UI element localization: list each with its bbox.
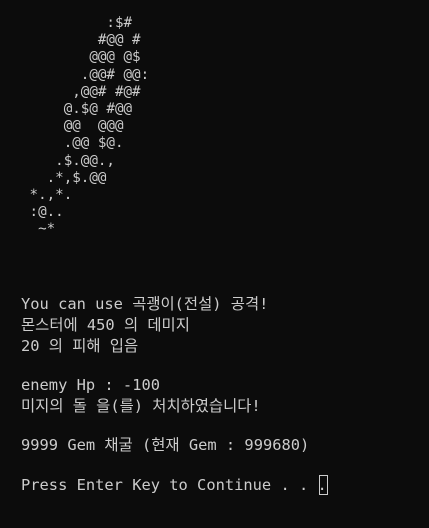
damage-dealt-message: 몬스터에 450 의 데미지 [21,316,190,334]
ascii-art-rock: :$# #@@ # @@@ @$ .@@# @@: ,@@# #@# @.$@ … [29,15,150,238]
damage-taken-message: 20 의 피해 입음 [21,337,139,355]
attack-message: You can use 곡괭이(전설) 공격! [21,295,269,313]
defeated-message: 미지의 돌 을(를) 처치하였습니다! [21,397,261,415]
gem-reward-message: 9999 Gem 채굴 (현재 Gem : 999680) [21,436,310,454]
console-window: :$# #@@ # @@@ @$ .@@# @@: ,@@# #@# @.$@ … [0,0,429,528]
continue-prompt[interactable]: Press Enter Key to Continue . . . [21,475,327,495]
text-cursor [319,475,328,495]
enemy-hp-message: enemy Hp : -100 [21,376,160,394]
